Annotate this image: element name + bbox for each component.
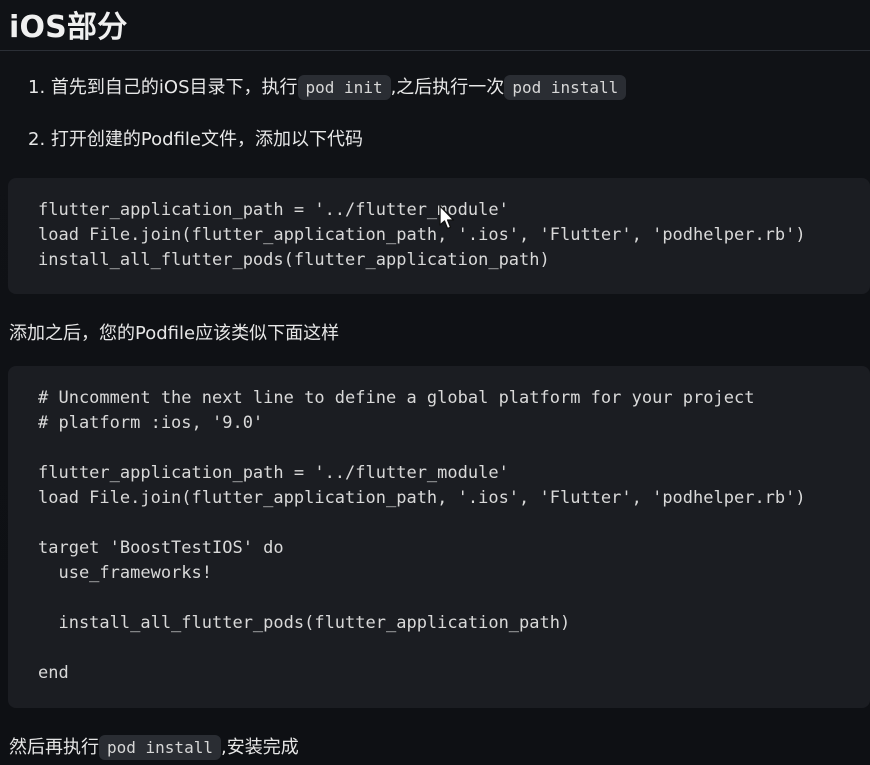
code-line: # Uncomment the next line to define a gl…: [38, 388, 755, 408]
step-1-number: 1.: [28, 77, 46, 98]
code-line: target 'BoostTestIOS' do: [38, 538, 284, 558]
middle-paragraph: 添加之后，您的Podfile应该类似下面这样: [9, 323, 340, 344]
code-block-2: # Uncomment the next line to define a gl…: [8, 366, 870, 708]
code-line: # platform :ios, '9.0': [38, 413, 264, 433]
step-2-text: 打开创建的Podfile文件，添加以下代码: [50, 129, 363, 150]
step-2-number: 2.: [28, 129, 46, 150]
code-line: install_all_flutter_pods(flutter_applica…: [38, 250, 550, 270]
code-line: end: [38, 663, 69, 683]
code-line: use_frameworks!: [38, 563, 212, 583]
steps-list: 1. 首先到自己的iOS目录下，执行 pod init ,之后执行一次 pod ins…: [28, 70, 868, 158]
code-block-1: flutter_application_path = '../flutter_m…: [8, 178, 870, 294]
code-line: install_all_flutter_pods(flutter_applica…: [38, 613, 571, 633]
document-page: iOS部分 1. 首先到自己的iOS目录下，执行 pod init ,之后执行一次 p…: [0, 0, 870, 765]
step-1-code-pod-install: pod install: [504, 75, 627, 100]
step-1: 1. 首先到自己的iOS目录下，执行 pod init ,之后执行一次 pod ins…: [28, 70, 868, 106]
code-line: load File.join(flutter_application_path,…: [38, 488, 806, 508]
step-1-text-middle: ,之后执行一次: [390, 77, 505, 98]
step-1-text-before: 首先到自己的iOS目录下，执行: [50, 77, 298, 98]
final-paragraph: 然后再执行 pod install ,安装完成: [9, 733, 299, 760]
step-2: 2. 打开创建的Podfile文件，添加以下代码: [28, 122, 868, 158]
final-code-pod-install: pod install: [99, 735, 221, 760]
title-divider: [0, 50, 870, 51]
final-text-after: ,安装完成: [220, 737, 299, 758]
page-title: iOS部分: [9, 10, 128, 45]
final-text-before: 然后再执行: [9, 737, 99, 758]
step-1-code-pod-init: pod init: [297, 75, 391, 100]
mouse-cursor-icon: [439, 205, 455, 230]
code-line: flutter_application_path = '../flutter_m…: [38, 463, 509, 483]
